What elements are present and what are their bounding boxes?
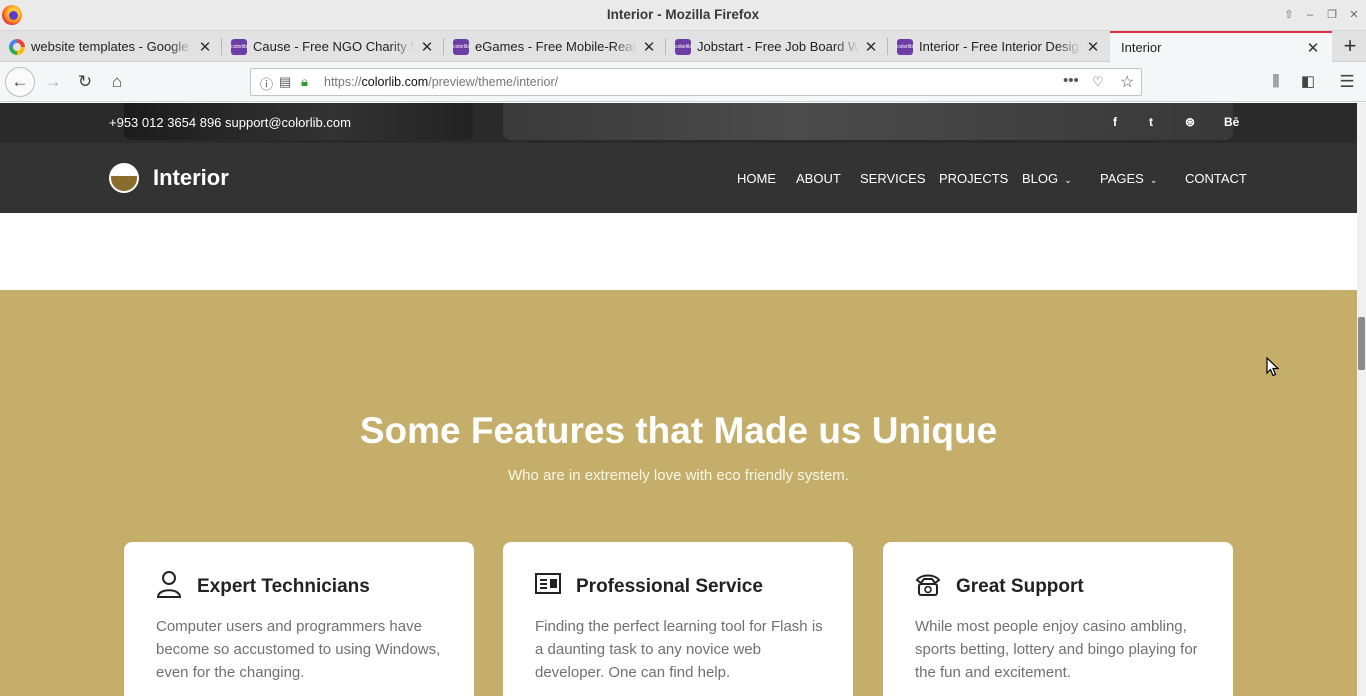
tab-label: website templates - Google S bbox=[31, 39, 193, 54]
email-link[interactable]: support@colorlib.com bbox=[225, 115, 351, 130]
window-up-icon[interactable]: ⇧ bbox=[1281, 7, 1297, 23]
nav-home[interactable]: HOME bbox=[737, 171, 776, 186]
url-text[interactable]: https://colorlib.com/preview/theme/inter… bbox=[324, 75, 558, 89]
facebook-icon[interactable]: f bbox=[1113, 115, 1117, 129]
page-scrollbar[interactable] bbox=[1357, 103, 1366, 696]
info-icon[interactable]: ⓘ bbox=[260, 74, 273, 93]
features-heading: Some Features that Made us Unique bbox=[359, 410, 998, 451]
features-subheading: Who are in extremely love with eco frien… bbox=[508, 467, 849, 484]
license-icon bbox=[535, 573, 561, 594]
new-tab-button[interactable]: + bbox=[1334, 31, 1366, 62]
feature-text: Finding the perfect learning tool for Fl… bbox=[535, 618, 823, 681]
feature-text: While most people enjoy casino ambling, … bbox=[915, 618, 1198, 681]
feature-title: Professional Service bbox=[576, 576, 763, 597]
colorlib-icon: colorlib bbox=[897, 38, 913, 55]
features-section: Some Features that Made us Unique Who ar… bbox=[0, 290, 1357, 696]
library-icon[interactable]: ⫼ bbox=[1262, 68, 1290, 96]
nav-about[interactable]: ABOUT bbox=[796, 171, 841, 186]
close-tab-icon[interactable]: ✕ bbox=[863, 38, 879, 56]
nav-services[interactable]: SERVICES bbox=[860, 171, 926, 186]
user-icon bbox=[156, 571, 182, 598]
nav-blog[interactable]: BLOG ⌄ bbox=[1022, 171, 1072, 186]
sidebar-icon[interactable]: ◧ bbox=[1294, 68, 1322, 96]
colorlib-icon: colorlib bbox=[231, 38, 247, 55]
tab-label: Cause - Free NGO Charity We bbox=[253, 39, 415, 54]
pocket-icon[interactable]: ♡ bbox=[1092, 74, 1104, 90]
nav-blog-label: BLOG bbox=[1022, 171, 1059, 186]
colorlib-icon: colorlib bbox=[675, 38, 691, 55]
tab-jobstart[interactable]: colorlib Jobstart - Free Job Board Web ✕ bbox=[666, 31, 888, 62]
close-tab-icon[interactable]: ✕ bbox=[419, 38, 435, 56]
tab-label: eGames - Free Mobile-Ready bbox=[475, 39, 637, 54]
dribbble-icon[interactable]: ⊛ bbox=[1185, 115, 1195, 129]
feature-text: Computer users and programmers have beco… bbox=[156, 618, 441, 681]
nav-pages-label: PAGES bbox=[1100, 171, 1144, 186]
site-top-bar: +953 012 3654 896 support@colorlib.com f… bbox=[0, 103, 1357, 143]
mouse-cursor-icon bbox=[1266, 357, 1280, 377]
tab-cause[interactable]: colorlib Cause - Free NGO Charity We ✕ bbox=[222, 31, 444, 62]
scrollbar-thumb[interactable] bbox=[1358, 317, 1365, 370]
menu-icon[interactable]: ☰ bbox=[1333, 68, 1361, 96]
home-button[interactable]: ⌂ bbox=[103, 68, 131, 96]
tab-google[interactable]: website templates - Google S ✕ bbox=[0, 31, 222, 62]
phone-icon bbox=[915, 574, 941, 596]
colorlib-icon: colorlib bbox=[453, 38, 469, 55]
site-main-nav: Interior HOME ABOUT SERVICES PROJECTS BL… bbox=[0, 143, 1357, 213]
brand-name[interactable]: Interior bbox=[153, 165, 229, 191]
header-image bbox=[503, 103, 1233, 140]
tab-interior-free[interactable]: colorlib Interior - Free Interior Design… bbox=[888, 31, 1110, 62]
tab-label: Interior - Free Interior Design bbox=[919, 39, 1081, 54]
tab-egames[interactable]: colorlib eGames - Free Mobile-Ready ✕ bbox=[444, 31, 666, 62]
window-close-icon[interactable]: ✕ bbox=[1346, 7, 1362, 23]
close-tab-icon[interactable]: ✕ bbox=[1305, 39, 1321, 57]
page-actions-icon[interactable]: ••• bbox=[1063, 72, 1079, 89]
tab-interior[interactable]: Interior ✕ bbox=[1110, 31, 1332, 62]
feature-title: Expert Technicians bbox=[197, 576, 370, 597]
nav-projects[interactable]: PROJECTS bbox=[939, 171, 1008, 186]
phone-number[interactable]: +953 012 3654 896 bbox=[109, 115, 221, 130]
chevron-down-icon: ⌄ bbox=[1064, 175, 1072, 185]
feature-card: Great Support While most people enjoy ca… bbox=[883, 542, 1233, 696]
feature-title: Great Support bbox=[956, 576, 1084, 597]
chevron-down-icon: ⌄ bbox=[1149, 175, 1158, 185]
feature-card: Professional Service Finding the perfect… bbox=[503, 542, 853, 696]
nav-contact[interactable]: CONTACT bbox=[1185, 171, 1247, 186]
forward-button[interactable]: → bbox=[39, 68, 67, 96]
nav-pages[interactable]: PAGES ⌄ bbox=[1100, 171, 1157, 186]
behance-icon[interactable]: Bē bbox=[1224, 115, 1239, 129]
close-tab-icon[interactable]: ✕ bbox=[641, 38, 657, 56]
window-minimize-icon[interactable]: – bbox=[1302, 7, 1318, 23]
feature-card: Expert Technicians Computer users and pr… bbox=[124, 542, 474, 696]
window-titlebar: Interior - Mozilla Firefox ⇧ – ❐ ✕ bbox=[0, 0, 1366, 31]
tab-label: Interior bbox=[1121, 40, 1162, 55]
twitter-icon[interactable]: t bbox=[1149, 115, 1153, 129]
tab-strip: website templates - Google S ✕ colorlib … bbox=[0, 31, 1366, 62]
navigation-toolbar: ← → ↻ ⌂ ⓘ ▤ 🔒︎ https://colorlib.com/prev… bbox=[0, 62, 1366, 102]
close-tab-icon[interactable]: ✕ bbox=[1085, 38, 1101, 56]
tab-label: Jobstart - Free Job Board Web bbox=[697, 39, 859, 54]
back-button[interactable]: ← bbox=[5, 67, 35, 97]
web-page: +953 012 3654 896 support@colorlib.com f… bbox=[0, 103, 1357, 696]
url-bar[interactable]: ⓘ ▤ 🔒︎ https://colorlib.com/preview/them… bbox=[250, 68, 1142, 96]
window-restore-icon[interactable]: ❐ bbox=[1324, 7, 1340, 23]
reload-button[interactable]: ↻ bbox=[71, 68, 99, 96]
bookmark-star-icon[interactable]: ☆ bbox=[1120, 72, 1134, 92]
google-icon bbox=[9, 38, 25, 55]
permissions-icon[interactable]: ▤ bbox=[279, 74, 291, 90]
window-title: Interior - Mozilla Firefox bbox=[606, 7, 760, 22]
close-tab-icon[interactable]: ✕ bbox=[197, 38, 213, 56]
brand-logo-icon[interactable] bbox=[109, 163, 139, 193]
lock-icon[interactable]: 🔒︎ bbox=[301, 74, 308, 90]
